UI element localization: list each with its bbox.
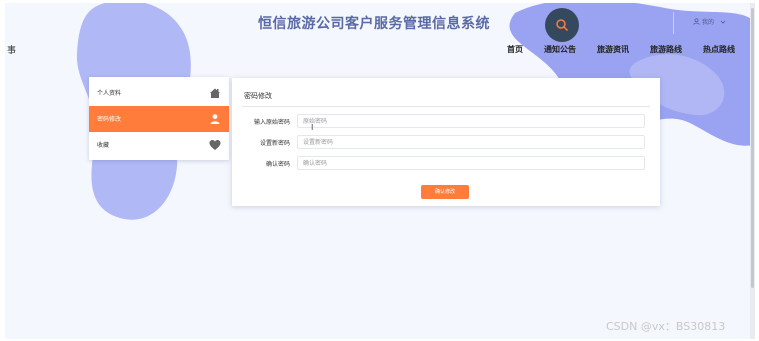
main-nav: 首页 通知公告 旅游资讯 旅游路线 热点路线 [5,44,755,58]
watermark: CSDN @vx：BS30813 [606,320,726,333]
panel-divider [242,106,650,107]
panel-title: 密码修改 [244,92,272,100]
heart-icon [209,140,221,150]
sidebar-item-profile[interactable]: 个人资料 [89,80,229,106]
page-scrollbar-thumb[interactable] [751,8,754,288]
nav-travel-news[interactable]: 旅游资讯 [597,44,629,55]
nav-hot-routes[interactable]: 热点路线 [703,44,735,55]
user-menu[interactable]: 我的 [693,17,726,26]
user-icon [693,18,700,25]
page: 事 恒信旅游公司客户服务管理信息系统 我的 首页 通知公告 旅游资讯 旅游路线 … [5,3,755,339]
confirm-password-label: 确认密码 [265,161,290,168]
nav-notices[interactable]: 通知公告 [544,44,576,55]
confirm-password-input[interactable] [297,156,645,170]
header-divider [673,12,674,34]
sidebar: 个人资料 密码修改 收藏 [89,77,229,160]
user-icon [210,114,220,124]
text-cursor-icon: I [311,123,314,132]
user-menu-label: 我的 [702,19,715,26]
original-password-input[interactable] [297,114,645,128]
new-password-input[interactable] [297,135,645,149]
sidebar-item-password[interactable]: 密码修改 [89,106,229,132]
nav-home[interactable]: 首页 [507,44,523,55]
sidebar-item-favorites[interactable]: 收藏 [89,132,229,158]
nav-travel-routes[interactable]: 旅游路线 [650,44,682,55]
new-password-label: 设置新密码 [259,140,290,147]
chevron-down-icon [720,20,726,24]
confirm-change-button[interactable]: 确认修改 [421,185,469,199]
top-bar: 事 恒信旅游公司客户服务管理信息系统 我的 首页 通知公告 旅游资讯 旅游路线 … [5,3,755,65]
home-icon [210,88,220,98]
search-icon [556,19,569,32]
sidebar-item-label: 收藏 [97,142,110,149]
sidebar-item-label: 个人资料 [97,90,122,97]
original-password-label: 输入原始密码 [253,119,290,126]
sidebar-item-label: 密码修改 [97,116,122,123]
search-button[interactable] [545,8,579,42]
site-title: 恒信旅游公司客户服务管理信息系统 [258,16,490,32]
password-panel: 密码修改 输入原始密码 设置新密码 确认密码 确认修改 [232,78,660,206]
